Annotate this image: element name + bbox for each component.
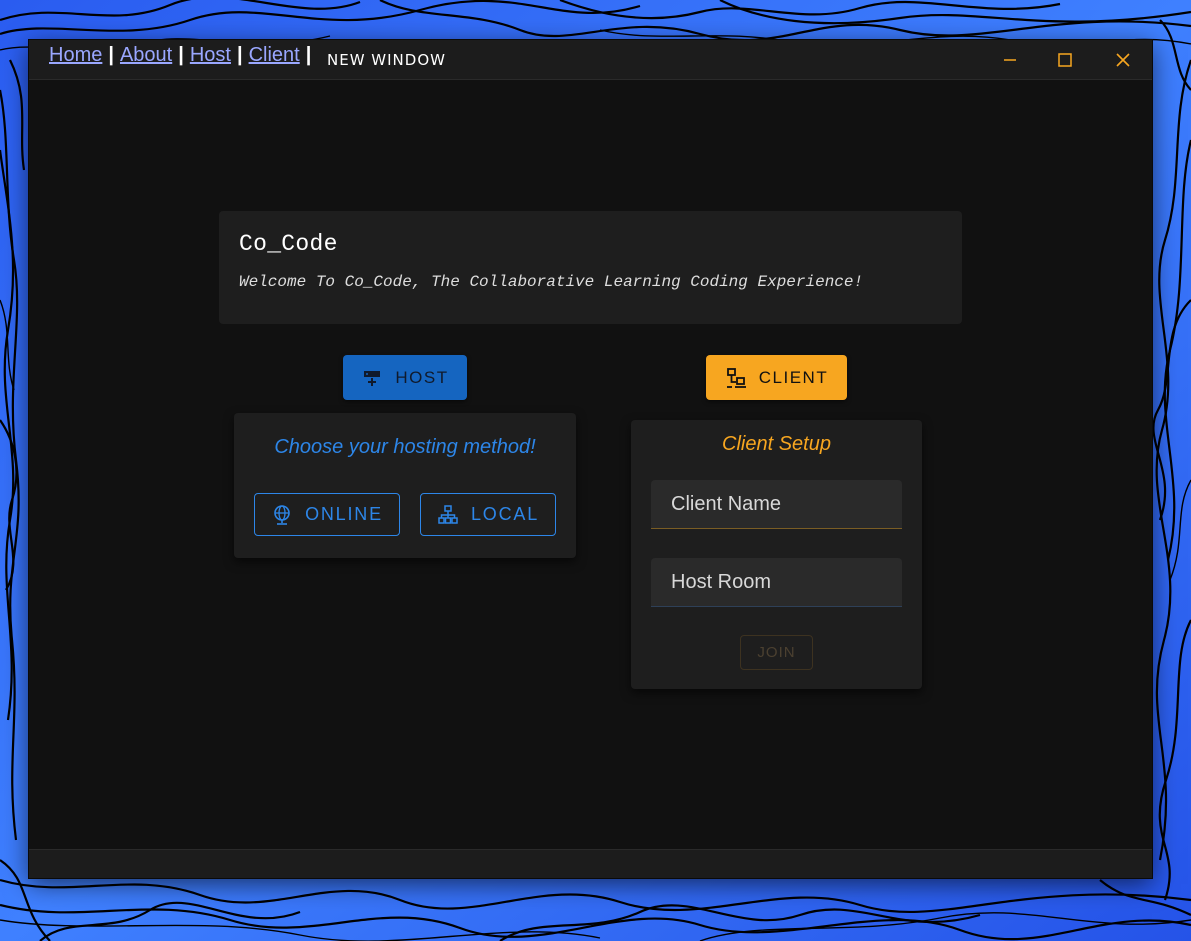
minimize-icon xyxy=(1004,59,1016,61)
host-room-field[interactable]: Host Room xyxy=(651,558,902,607)
globe-icon xyxy=(271,504,293,526)
minimize-button[interactable] xyxy=(999,49,1021,71)
app-title: Co_Code xyxy=(239,231,338,257)
online-button[interactable]: ONLINE xyxy=(254,493,400,536)
new-window-button[interactable]: NEW WINDOW xyxy=(327,51,446,69)
app-window: Home | About | Host | Client | NEW WINDO… xyxy=(29,40,1152,878)
nav-link-host[interactable]: Host xyxy=(190,44,231,67)
local-button-label: LOCAL xyxy=(470,504,540,524)
host-room-placeholder: Host Room xyxy=(671,570,772,593)
host-panel: Choose your hosting method! ONLINE LOCAL xyxy=(234,413,576,558)
close-icon xyxy=(1116,53,1130,67)
client-button-label: CLIENT xyxy=(758,367,829,387)
title-bar[interactable]: Home | About | Host | Client | NEW WINDO… xyxy=(29,40,1152,80)
host-heading: Choose your hosting method! xyxy=(274,436,536,458)
local-button[interactable]: LOCAL xyxy=(420,493,556,536)
host-button-label: HOST xyxy=(395,367,449,387)
status-bar xyxy=(29,849,1152,878)
welcome-card: Co_Code Welcome To Co_Code, The Collabor… xyxy=(219,211,962,324)
nav-link-home[interactable]: Home xyxy=(49,44,102,67)
network-icon xyxy=(437,504,459,526)
online-button-label: ONLINE xyxy=(305,504,383,524)
client-setup-panel: Client Setup Client Name Host Room JOIN xyxy=(631,420,922,689)
maximize-button[interactable] xyxy=(1054,49,1076,71)
join-button[interactable]: JOIN xyxy=(740,635,813,670)
nav-link-client[interactable]: Client xyxy=(249,44,300,67)
computers-icon xyxy=(725,367,747,389)
nav-separator: | xyxy=(178,44,184,66)
client-name-placeholder: Client Name xyxy=(671,492,782,515)
client-name-field[interactable]: Client Name xyxy=(651,480,902,529)
nav-menu: Home | About | Host | Client | xyxy=(49,44,317,67)
welcome-subtitle: Welcome To Co_Code, The Collaborative Le… xyxy=(239,273,864,291)
nav-separator: | xyxy=(236,44,243,66)
maximize-icon xyxy=(1058,53,1072,67)
client-setup-heading: Client Setup xyxy=(722,433,831,455)
nav-link-about[interactable]: About xyxy=(120,44,172,67)
nav-separator: | xyxy=(108,44,114,66)
nav-separator: | xyxy=(305,44,312,66)
close-button[interactable] xyxy=(1112,49,1134,71)
host-button[interactable]: HOST xyxy=(343,355,467,400)
server-icon xyxy=(361,367,383,389)
client-button[interactable]: CLIENT xyxy=(706,355,847,400)
